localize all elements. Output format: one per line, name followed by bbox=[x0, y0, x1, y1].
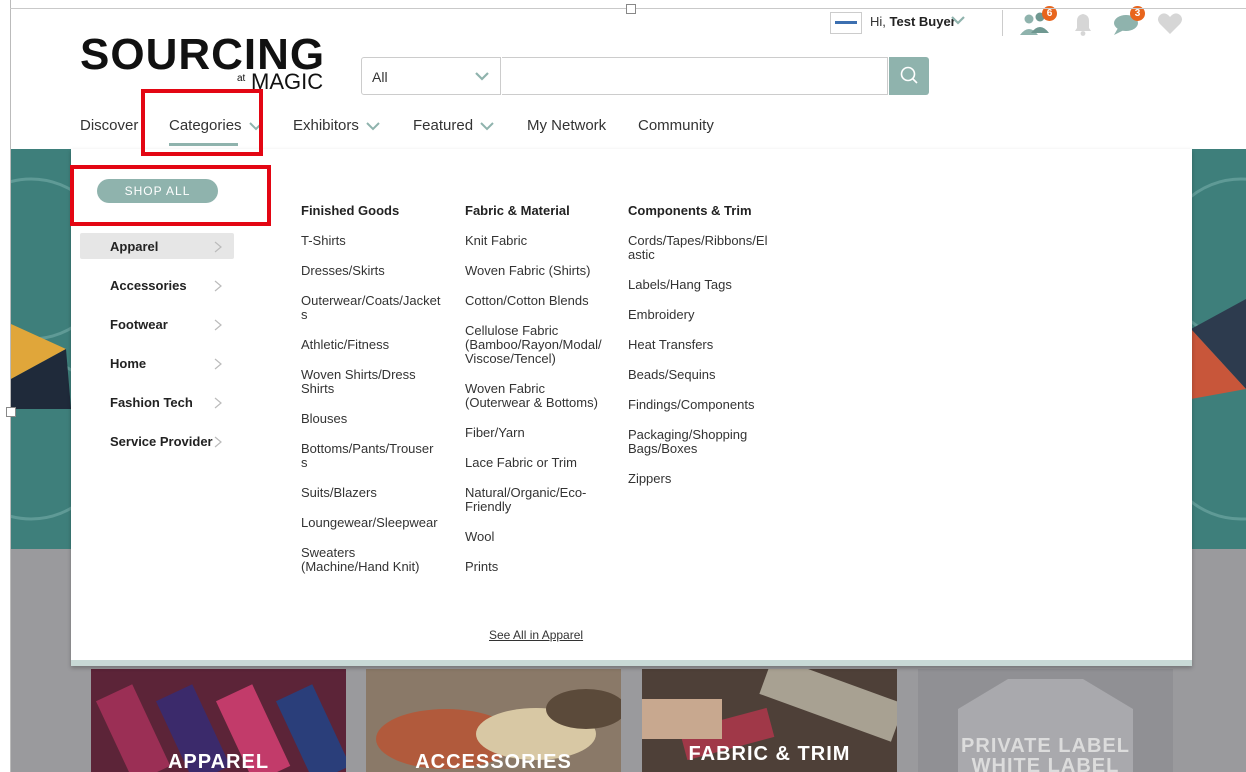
category-item[interactable]: Accessories bbox=[80, 272, 234, 298]
subcategory-link[interactable]: Knit Fabric bbox=[465, 234, 527, 248]
subcategory-link[interactable]: Outerwear/Coats/Jacket s bbox=[301, 294, 440, 322]
category-tile-private-label[interactable]: PRIVATE LABEL WHITE LABEL bbox=[918, 669, 1173, 772]
chevron-down-icon bbox=[480, 122, 494, 131]
subcategory-link[interactable]: Natural/Organic/Eco- Friendly bbox=[465, 486, 586, 514]
chevron-right-icon bbox=[214, 358, 222, 370]
resize-handle[interactable] bbox=[626, 4, 636, 14]
category-tile-apparel[interactable]: APPAREL bbox=[91, 669, 346, 772]
subcategory-link[interactable]: Dresses/Skirts bbox=[301, 264, 385, 278]
favorites-button[interactable] bbox=[1154, 9, 1188, 39]
resize-handle[interactable] bbox=[6, 407, 16, 417]
subcategory-link[interactable]: Fiber/Yarn bbox=[465, 426, 525, 440]
notifications-button[interactable] bbox=[1066, 9, 1100, 39]
nav-exhibitors[interactable]: Exhibitors bbox=[293, 117, 380, 134]
greeting-prefix: Hi, bbox=[870, 14, 886, 29]
subcategory-link[interactable]: Packaging/Shopping Bags/Boxes bbox=[628, 428, 747, 456]
subcategory-link[interactable]: Suits/Blazers bbox=[301, 486, 377, 500]
subcategory-link[interactable]: T-Shirts bbox=[301, 234, 346, 248]
bell-icon bbox=[1075, 14, 1091, 36]
subcategory-link[interactable]: Labels/Hang Tags bbox=[628, 278, 732, 292]
user-name: Test Buyer bbox=[889, 14, 956, 29]
category-label: Fashion Tech bbox=[110, 395, 193, 410]
category-label: Home bbox=[110, 356, 147, 371]
chevron-down-icon bbox=[475, 72, 489, 81]
category-item[interactable]: Apparel bbox=[80, 233, 234, 259]
subcategory-link[interactable]: Lace Fabric or Trim bbox=[465, 456, 577, 470]
search-input[interactable] bbox=[502, 57, 888, 95]
nav-featured[interactable]: Featured bbox=[413, 117, 494, 134]
column-heading[interactable]: Components & Trim bbox=[628, 203, 752, 218]
search-category-value: All bbox=[372, 69, 388, 85]
category-item[interactable]: Fashion Tech bbox=[80, 389, 234, 415]
chevron-right-icon bbox=[214, 436, 222, 448]
chevron-right-icon bbox=[214, 397, 222, 409]
nav-label: My Network bbox=[527, 117, 607, 134]
network-button[interactable]: 6 bbox=[1018, 6, 1057, 38]
category-label: Accessories bbox=[110, 278, 187, 293]
highlight-box bbox=[70, 165, 271, 226]
nav-label: Featured bbox=[413, 117, 474, 134]
company-logo[interactable] bbox=[830, 12, 862, 34]
user-greeting[interactable]: Hi, Test Buyer bbox=[870, 14, 956, 29]
subcategory-link[interactable]: Zippers bbox=[628, 472, 671, 486]
search-icon bbox=[900, 66, 918, 84]
subcategory-link[interactable]: Woven Fabric (Shirts) bbox=[465, 264, 590, 278]
subcategory-link[interactable]: Woven Shirts/Dress Shirts bbox=[301, 368, 416, 396]
subcategory-link[interactable]: Cotton/Cotton Blends bbox=[465, 294, 589, 308]
subcategory-link[interactable]: Sweaters (Machine/Hand Knit) bbox=[301, 546, 420, 574]
category-item[interactable]: Home bbox=[80, 350, 234, 376]
tile-label: PRIVATE LABEL WHITE LABEL bbox=[961, 735, 1130, 772]
logo-at-text: at bbox=[237, 73, 246, 84]
category-label: Apparel bbox=[110, 239, 159, 254]
subcategory-link[interactable]: Woven Fabric (Outerwear & Bottoms) bbox=[465, 382, 598, 410]
subcategory-link[interactable]: Loungewear/Sleepwear bbox=[301, 516, 438, 530]
subcategory-link[interactable]: Embroidery bbox=[628, 308, 694, 322]
column-heading[interactable]: Fabric & Material bbox=[465, 203, 570, 218]
chevron-right-icon bbox=[214, 280, 222, 292]
tile-label: ACCESSORIES bbox=[415, 751, 572, 772]
column-heading[interactable]: Finished Goods bbox=[301, 203, 399, 218]
nav-community[interactable]: Community bbox=[638, 117, 714, 134]
chevron-down-icon[interactable] bbox=[950, 12, 966, 28]
category-label: Footwear bbox=[110, 317, 168, 332]
nav-label: Exhibitors bbox=[293, 117, 359, 134]
category-tile-accessories[interactable]: ACCESSORIES bbox=[366, 669, 621, 772]
subcategory-link[interactable]: Blouses bbox=[301, 412, 347, 426]
nav-label: Community bbox=[638, 117, 714, 134]
subcategory-link[interactable]: Heat Transfers bbox=[628, 338, 713, 352]
subcategory-link[interactable]: Bottoms/Pants/Trouser s bbox=[301, 442, 433, 470]
header-divider bbox=[1002, 10, 1003, 36]
subcategory-link[interactable]: Findings/Components bbox=[628, 398, 754, 412]
subcategory-link[interactable]: Prints bbox=[465, 560, 498, 574]
nav-label: Discover bbox=[80, 117, 139, 134]
see-all-link[interactable]: See All in Apparel bbox=[489, 628, 583, 642]
category-label: Service Provider bbox=[110, 434, 213, 449]
page-left-edge bbox=[0, 0, 11, 772]
messages-button[interactable]: 3 bbox=[1110, 6, 1145, 38]
chevron-right-icon bbox=[214, 241, 222, 253]
search-category-select[interactable]: All bbox=[361, 57, 501, 95]
heart-icon bbox=[1158, 13, 1182, 34]
search-button[interactable] bbox=[889, 57, 929, 95]
category-item[interactable]: Footwear bbox=[80, 311, 234, 337]
subcategory-link[interactable]: Beads/Sequins bbox=[628, 368, 715, 382]
nav-my-network[interactable]: My Network bbox=[527, 117, 606, 134]
category-tile-fabric-trim[interactable]: FABRIC & TRIM bbox=[642, 669, 897, 772]
chevron-down-icon bbox=[366, 122, 380, 131]
subcategory-link[interactable]: Cellulose Fabric (Bamboo/Rayon/Modal/ Vi… bbox=[465, 324, 602, 366]
highlight-box bbox=[141, 89, 263, 156]
nav-discover[interactable]: Discover bbox=[80, 117, 138, 134]
category-item[interactable]: Service Provider bbox=[80, 428, 234, 454]
tile-label: FABRIC & TRIM bbox=[688, 743, 851, 765]
chevron-right-icon bbox=[214, 319, 222, 331]
tile-label: APPAREL bbox=[167, 751, 270, 772]
subcategory-link[interactable]: Cords/Tapes/Ribbons/El astic bbox=[628, 234, 767, 262]
subcategory-link[interactable]: Athletic/Fitness bbox=[301, 338, 389, 352]
subcategory-link[interactable]: Wool bbox=[465, 530, 494, 544]
